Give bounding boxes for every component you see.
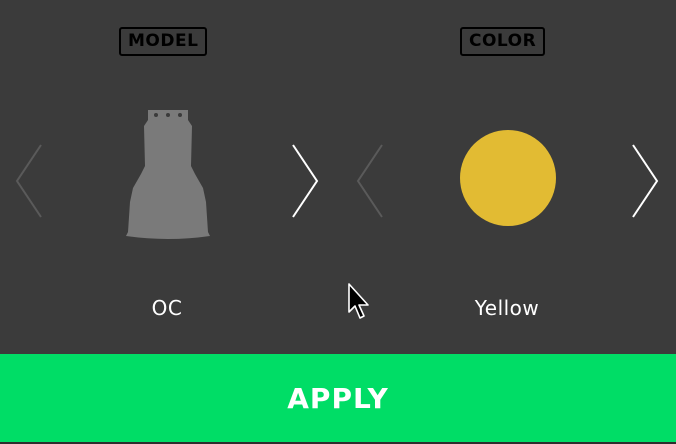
model-section-label: MODEL (119, 27, 208, 56)
color-value: Yellow (474, 296, 540, 320)
model-prev-button[interactable] (14, 143, 44, 219)
chevron-left-icon (15, 144, 42, 218)
model-selector: MODEL OC (0, 0, 338, 354)
model-next-button[interactable] (290, 143, 320, 219)
chevron-right-icon (632, 144, 659, 218)
customizer-screen: MODEL OC COLOR Yellow APPLY (0, 0, 676, 444)
color-next-button[interactable] (630, 143, 660, 219)
chevron-left-icon (356, 144, 383, 218)
chevron-right-icon (292, 144, 319, 218)
model-value: OC (151, 296, 183, 320)
model-preview (122, 108, 214, 244)
color-swatch (460, 130, 556, 226)
mouse-pointer-icon (348, 283, 369, 319)
color-prev-button[interactable] (355, 143, 385, 219)
color-preview (460, 130, 556, 226)
lamp-shade-icon (126, 110, 210, 239)
color-selector: COLOR Yellow (340, 0, 676, 354)
color-section-label: COLOR (460, 27, 546, 56)
apply-button[interactable]: APPLY (0, 354, 676, 442)
